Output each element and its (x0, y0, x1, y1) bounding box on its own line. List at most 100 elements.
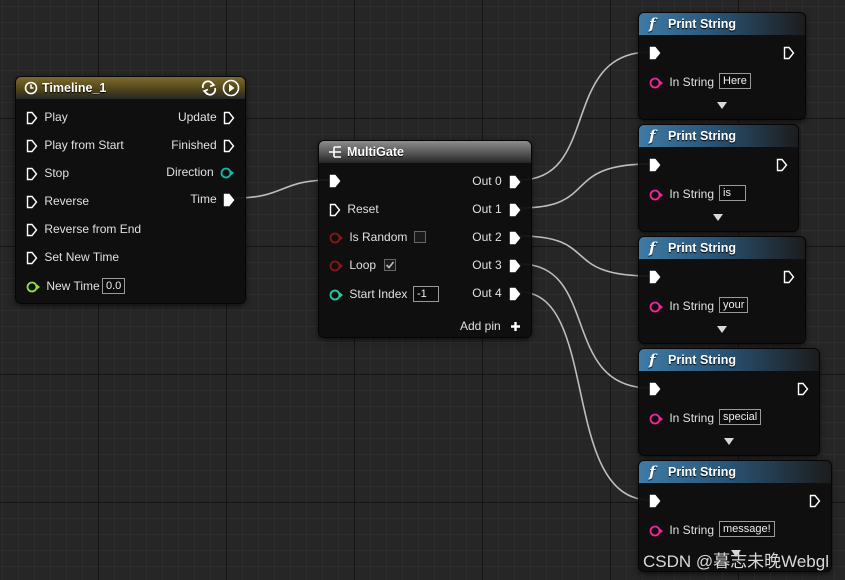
timeline-pin-stop[interactable]: Stop (26, 165, 69, 181)
print-string-node[interactable]: f Print String In String Here (638, 12, 806, 120)
exec-in-pin-icon[interactable] (649, 158, 661, 172)
start-index-input[interactable]: -1 (413, 286, 439, 302)
multigate-node[interactable]: MultiGate Reset Is Random Loop Start Ind… (318, 140, 532, 338)
multigate-pin-reset[interactable]: Reset (329, 201, 379, 217)
timeline-pin-reverse-from-end[interactable]: Reverse from End (26, 221, 141, 237)
plus-icon (511, 322, 520, 332)
in-string-pin[interactable]: In String (649, 298, 714, 314)
print-string-header[interactable]: f Print String (639, 125, 798, 147)
exec-out-pin-icon[interactable] (797, 382, 809, 396)
in-string-pin[interactable]: In String (649, 522, 714, 538)
watermark: CSDN @暮志未晚Webgl (642, 552, 829, 571)
print-string-header[interactable]: f Print String (639, 461, 831, 483)
int-pin-icon (329, 289, 343, 301)
pin-label: Set New Time (44, 250, 120, 264)
pin-label: Out 4 (472, 286, 502, 300)
expand-arrow-icon[interactable] (717, 326, 727, 333)
pin-label: Time (190, 192, 217, 206)
add-pin-button[interactable]: Add pin (460, 318, 521, 334)
exec-pin-filled-icon (509, 259, 521, 273)
multigate-pin-start-index[interactable]: Start Index (329, 286, 407, 302)
pin-label: In String (669, 75, 715, 89)
print-string-header[interactable]: f Print String (639, 349, 819, 371)
wire-time-to-multigate (234, 179, 331, 199)
pin-label: In String (669, 523, 715, 537)
multigate-header[interactable]: MultiGate (319, 141, 531, 163)
multigate-pin-loop[interactable]: Loop (329, 257, 376, 273)
pin-label: Reset (347, 202, 379, 216)
timeline-header[interactable]: Timeline_1 (16, 77, 245, 99)
timeline-pin-play[interactable]: Play (26, 109, 68, 125)
timeline-pin-time[interactable]: Time (190, 191, 235, 207)
timeline-pin-direction[interactable]: Direction (166, 164, 235, 180)
is-random-checkbox[interactable] (414, 231, 426, 243)
in-string-input[interactable]: Here (719, 73, 751, 89)
in-string-input[interactable]: your (719, 297, 749, 313)
pin-label: Update (177, 110, 217, 124)
pin-label: Direction (166, 165, 214, 179)
pin-label: Out 1 (472, 202, 502, 216)
in-string-input[interactable]: message! (719, 521, 775, 537)
in-string-pin[interactable]: In String (649, 410, 714, 426)
timeline-pin-set-new-time[interactable]: Set New Time (26, 249, 119, 265)
print-string-title: Print String (668, 241, 737, 255)
multigate-out-4[interactable]: Out 4 (472, 285, 521, 301)
exec-pin-icon (26, 139, 38, 153)
exec-in-pin-icon[interactable] (649, 494, 661, 508)
expand-arrow-icon[interactable] (713, 214, 723, 221)
in-string-input[interactable]: is (719, 185, 746, 201)
bool-pin-icon (329, 232, 343, 244)
new-time-input[interactable]: 0.0 (102, 278, 126, 294)
multigate-pin-is-random[interactable]: Is Random (329, 229, 407, 245)
timeline-node[interactable]: Timeline_1 Play Play from Start Stop Rev… (15, 76, 246, 304)
pin-label: Stop (44, 166, 70, 180)
multigate-out-1[interactable]: Out 1 (472, 201, 521, 217)
multigate-out-2[interactable]: Out 2 (472, 229, 521, 245)
in-string-input[interactable]: special (719, 409, 762, 425)
exec-out-pin-icon[interactable] (809, 494, 821, 508)
pin-label: Play (44, 110, 68, 124)
print-string-header[interactable]: f Print String (639, 13, 805, 35)
print-string-node[interactable]: f Print String In String special (638, 348, 820, 456)
in-string-pin[interactable]: In String (649, 74, 714, 90)
expand-arrow-icon[interactable] (717, 102, 727, 109)
exec-in-pin-icon[interactable] (649, 382, 661, 396)
print-string-node[interactable]: f Print String In String your (638, 236, 806, 344)
timeline-pin-finished[interactable]: Finished (171, 137, 235, 153)
exec-pin-filled-icon (509, 231, 521, 245)
print-string-title: Print String (668, 129, 737, 143)
wire-out1-to-print2 (519, 163, 651, 209)
pin-label: Is Random (349, 230, 408, 244)
exec-out-pin-icon[interactable] (783, 270, 795, 284)
print-string-node[interactable]: f Print String In String is (638, 124, 799, 232)
exec-out-pin-icon[interactable] (776, 158, 788, 172)
multigate-out-3[interactable]: Out 3 (472, 257, 521, 273)
exec-in-pin-icon[interactable] (649, 270, 661, 284)
print-string-header[interactable]: f Print String (639, 237, 805, 259)
bool-pin-icon (329, 260, 343, 272)
exec-pin-filled-icon (509, 287, 521, 301)
pin-label: New Time (46, 279, 100, 293)
string-pin-icon (649, 189, 663, 201)
exec-in-pin-icon[interactable] (649, 46, 661, 60)
exec-out-pin-icon[interactable] (783, 46, 795, 60)
in-string-pin[interactable]: In String (649, 186, 714, 202)
exec-in-pin-icon[interactable] (329, 174, 341, 188)
wire-out3-to-print4 (519, 263, 651, 389)
pin-label: Loop (349, 258, 377, 272)
exec-pin-icon (26, 111, 38, 125)
timeline-pin-update[interactable]: Update (178, 109, 235, 125)
expand-arrow-icon[interactable] (724, 438, 734, 445)
function-icon: f (649, 239, 656, 257)
multigate-out-0[interactable]: Out 0 (472, 173, 521, 189)
timeline-pin-new-time[interactable]: New Time (26, 278, 100, 294)
exec-pin-filled-icon (509, 203, 521, 217)
timeline-pin-reverse[interactable]: Reverse (26, 193, 89, 209)
string-pin-icon (649, 413, 663, 425)
wire-out0-to-print1 (519, 51, 651, 181)
timeline-pin-play-from-start[interactable]: Play from Start (26, 137, 124, 153)
function-icon: f (649, 463, 656, 481)
print-string-title: Print String (668, 465, 737, 479)
loop-checkbox[interactable] (384, 259, 396, 271)
print-string-title: Print String (668, 353, 737, 367)
